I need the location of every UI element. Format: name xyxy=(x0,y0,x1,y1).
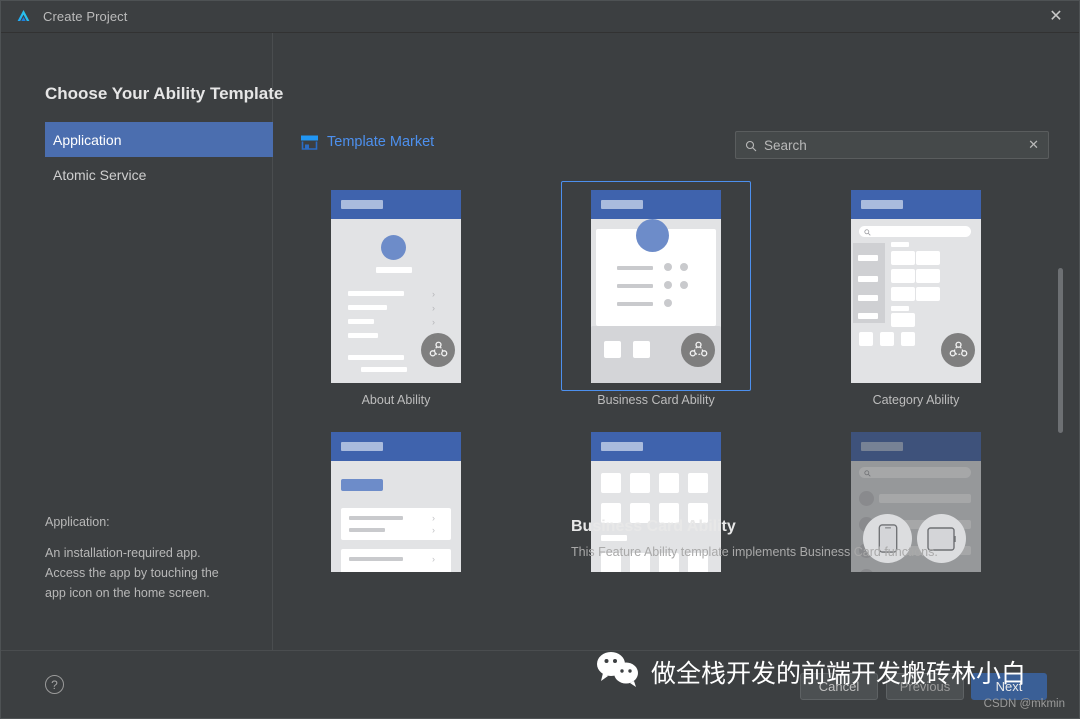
template-card-frame: › › › › xyxy=(301,181,491,391)
template-card-business-card-ability[interactable]: Business Card Ability xyxy=(561,181,751,407)
close-icon[interactable]: ✕ xyxy=(1033,1,1079,33)
shop-icon xyxy=(301,135,318,150)
sidebar-description-line: app icon on the home screen. xyxy=(45,586,210,600)
template-market-link[interactable]: Template Market xyxy=(301,134,434,150)
close-icon[interactable]: ✕ xyxy=(1022,137,1039,153)
window-title: Create Project xyxy=(43,9,128,24)
next-button[interactable]: Next xyxy=(971,673,1047,700)
page-title: Choose Your Ability Template xyxy=(45,84,284,103)
template-card-frame: › › › xyxy=(301,431,491,581)
template-grid-scrollbar[interactable] xyxy=(1058,183,1063,453)
sidebar: Choose Your Ability Template Application… xyxy=(1,33,283,650)
search-icon xyxy=(745,139,757,152)
sidebar-item-atomic-service[interactable]: Atomic Service xyxy=(45,157,273,192)
template-card-label: Business Card Ability xyxy=(597,393,715,407)
ability-type-list: Application Atomic Service xyxy=(45,122,273,192)
next-button-label: Next xyxy=(995,679,1023,694)
template-card-grid-ability[interactable] xyxy=(561,431,751,583)
previous-button-label: Previous xyxy=(899,679,951,694)
dialog-footer: ? Cancel Previous Next xyxy=(1,650,1079,718)
sidebar-description-line: Access the app by touching the xyxy=(45,566,219,580)
search-input[interactable] xyxy=(764,137,1023,153)
distributed-badge-icon xyxy=(681,332,715,367)
sidebar-item-label: Application xyxy=(53,131,122,148)
template-preview xyxy=(591,189,721,383)
template-card-list-ability[interactable]: › › › xyxy=(301,431,491,583)
sidebar-item-label: Atomic Service xyxy=(53,166,147,183)
watermark-credit: CSDN @mkmin xyxy=(983,698,1065,710)
selected-template-title: Business Card Ability xyxy=(571,518,736,535)
template-card-label: About Ability xyxy=(361,393,431,407)
sidebar-description: Application: An installation-required ap… xyxy=(45,512,261,603)
selected-template-description: This Feature Ability template implements… xyxy=(571,545,938,559)
distributed-badge-icon xyxy=(941,332,975,367)
help-icon-label: ? xyxy=(51,677,58,692)
help-icon[interactable]: ? xyxy=(45,675,64,694)
template-card-label: Category Ability xyxy=(872,393,960,407)
template-card-category-ability[interactable]: Category Ability xyxy=(821,181,1011,407)
template-panel: Template Market ✕ xyxy=(273,33,1079,650)
template-preview: › › › xyxy=(331,432,461,572)
title-bar: Create Project ✕ xyxy=(1,1,1079,33)
search-box[interactable]: ✕ xyxy=(735,131,1049,159)
previous-button[interactable]: Previous xyxy=(886,673,964,700)
template-card-frame xyxy=(821,181,1011,391)
create-project-dialog: Create Project ✕ Choose Your Ability Tem… xyxy=(0,0,1080,719)
scrollbar-thumb[interactable] xyxy=(1058,268,1063,433)
template-market-label: Template Market xyxy=(327,134,435,150)
sidebar-description-line: An installation-required app. xyxy=(45,546,201,560)
distributed-badge-icon xyxy=(421,332,455,367)
template-card-device-ability[interactable] xyxy=(821,431,1011,583)
template-preview: › › › › xyxy=(331,189,461,383)
sidebar-item-application[interactable]: Application xyxy=(45,122,273,157)
template-preview xyxy=(851,189,981,383)
template-card-frame xyxy=(561,181,751,391)
cancel-button-label: Cancel xyxy=(818,679,860,694)
deveco-logo-icon xyxy=(15,8,32,25)
template-card-about-ability[interactable]: › › › › xyxy=(301,181,491,407)
dialog-body: Choose Your Ability Template Application… xyxy=(1,33,1079,650)
sidebar-description-title: Application: xyxy=(45,515,110,529)
cancel-button[interactable]: Cancel xyxy=(800,673,878,700)
template-grid: › › › › xyxy=(301,181,1043,601)
